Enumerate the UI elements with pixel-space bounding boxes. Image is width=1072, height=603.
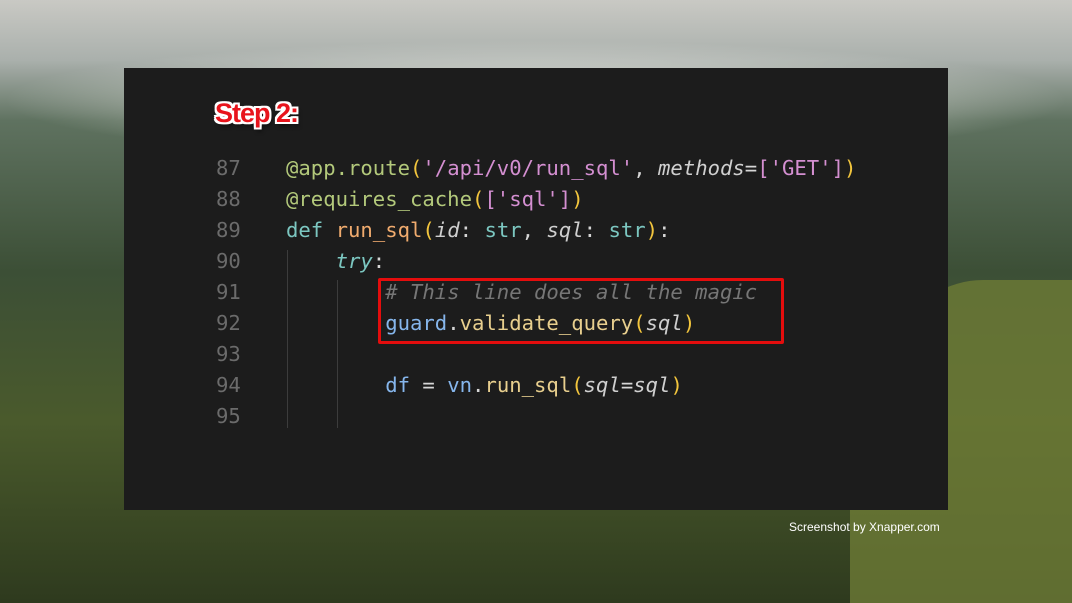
code-token: run_sql [484, 373, 572, 397]
code-token: ( [422, 218, 435, 242]
code-token: ( [410, 156, 423, 180]
indent-guide [337, 280, 338, 428]
code-token: = [410, 373, 448, 397]
code-token: vn [447, 373, 473, 397]
code-token: , [521, 218, 547, 242]
code-token: ( [571, 373, 584, 397]
highlight-box [378, 278, 784, 344]
code-token: @requires_cache [286, 187, 472, 211]
line-number: 90 [216, 249, 241, 273]
code-line: @requires_cache(['sql']) [286, 187, 584, 218]
line-number: 95 [216, 404, 241, 428]
code-token: [ [484, 187, 497, 211]
code-token: id [434, 218, 460, 242]
code-line: @app.route('/api/v0/run_sql', methods=['… [286, 156, 856, 187]
code-token: 'sql' [496, 187, 559, 211]
code-token: ) [645, 218, 659, 242]
code-token: , [633, 156, 658, 180]
code-token: ( [471, 187, 485, 211]
code-line: def run_sql(id: str, sql: str): [286, 218, 670, 249]
code-token: run_sql [335, 218, 423, 242]
line-number: 88 [216, 187, 241, 211]
code-token: '/api/v0/run_sql' [422, 156, 634, 180]
code-token: ] [558, 187, 572, 211]
code-line: df = vn.run_sql(sql=sql) [385, 373, 683, 404]
code-token: = [620, 373, 634, 397]
code-token: str [484, 218, 522, 242]
code-token: = [744, 156, 758, 180]
code-token: sql [583, 373, 621, 397]
indent-guide [287, 250, 288, 428]
code-token: : [583, 218, 609, 242]
step-title: Step 2: [215, 98, 299, 128]
code-token: 'GET' [769, 156, 832, 180]
code-token: . [472, 373, 485, 397]
code-token: @app.route [286, 156, 410, 180]
line-number: 87 [216, 156, 241, 180]
code-token: : [372, 249, 386, 273]
line-number: 94 [216, 373, 241, 397]
line-number: 93 [216, 342, 241, 366]
code-token: ) [844, 156, 857, 180]
code-token: try [335, 249, 373, 273]
code-token: sql [546, 218, 584, 242]
code-line: try: [336, 249, 386, 280]
line-number: 89 [216, 218, 241, 242]
code-token: : [459, 218, 485, 242]
code-token: ) [571, 187, 584, 211]
code-token: df [385, 373, 411, 397]
code-token: ) [670, 373, 683, 397]
line-number: 92 [216, 311, 241, 335]
code-token: str [608, 218, 646, 242]
code-token: sql [633, 373, 671, 397]
code-token: [ [757, 156, 770, 180]
code-token: : [658, 218, 671, 242]
line-number: 91 [216, 280, 241, 304]
code-token: ] [831, 156, 845, 180]
watermark-credit: Screenshot by Xnapper.com [789, 520, 940, 534]
code-token: def [286, 218, 336, 242]
code-token: methods [658, 156, 745, 180]
